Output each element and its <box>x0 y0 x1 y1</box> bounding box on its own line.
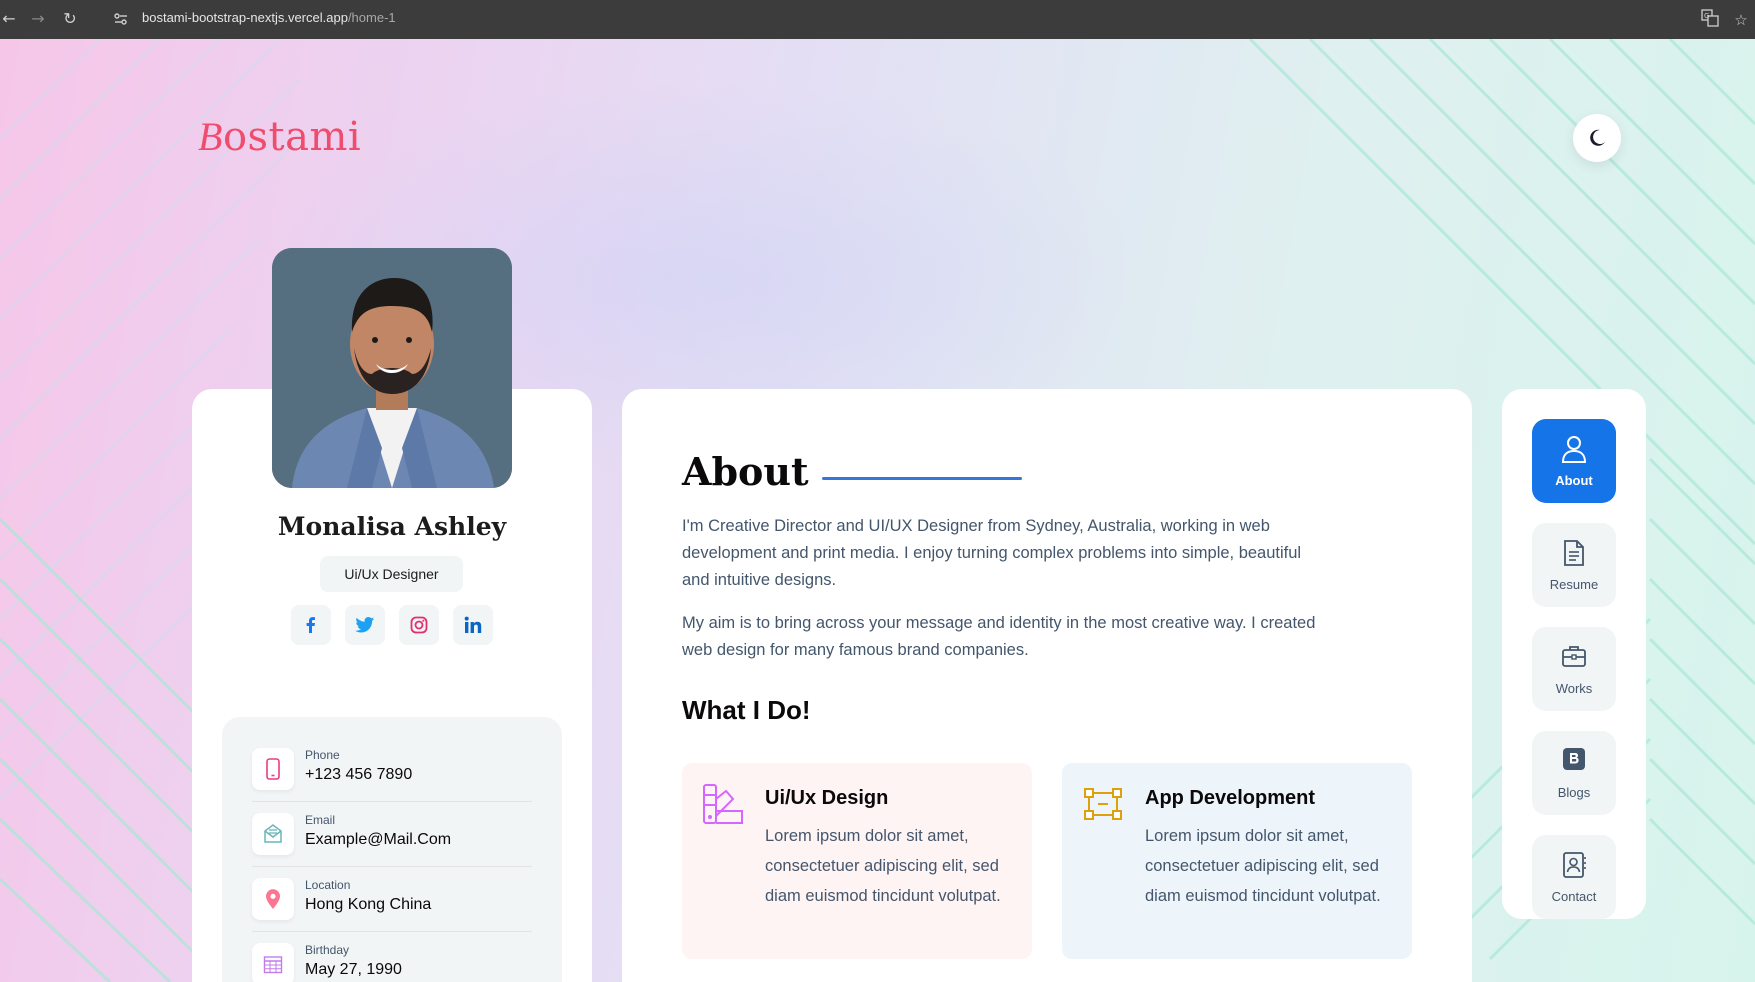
blog-icon <box>1532 747 1616 777</box>
instagram-icon <box>410 616 428 634</box>
service-title: App Development <box>1145 787 1316 809</box>
service-description: Lorem ipsum dolor sit amet, consectetuer… <box>765 827 1001 905</box>
email-icon <box>252 813 294 855</box>
forward-arrow-icon[interactable]: → <box>27 8 49 30</box>
avatar <box>272 248 512 488</box>
briefcase-icon <box>1532 643 1616 673</box>
contact-row-birthday: Birthday May 27, 1990 <box>252 937 532 982</box>
service-title: Ui/Ux Design <box>765 787 889 809</box>
contact-row-email: Email Example@Mail.Com <box>252 807 532 867</box>
design-icon <box>702 783 744 829</box>
about-paragraph: I'm Creative Director and UI/UX Designer… <box>682 517 1302 589</box>
calendar-icon <box>252 943 294 982</box>
moon-icon <box>1590 129 1605 146</box>
nav-item-resume[interactable]: Resume <box>1532 523 1616 607</box>
nav-label: Blogs <box>1557 785 1591 800</box>
social-links <box>291 605 493 645</box>
page-background: Bostami Monalisa Ashley Ui/Ux Designer P… <box>0 39 1755 982</box>
nav-label: Contact <box>1551 889 1597 904</box>
instagram-link[interactable] <box>399 605 439 645</box>
nav-item-about[interactable]: About <box>1532 419 1616 503</box>
contact-value[interactable]: Example@Mail.Com <box>305 831 451 849</box>
phone-icon <box>252 748 294 790</box>
document-icon <box>1532 539 1616 569</box>
contact-value: Hong Kong China <box>305 896 432 913</box>
twitter-icon <box>355 617 375 633</box>
contact-label: Location <box>305 878 351 892</box>
twitter-link[interactable] <box>345 605 385 645</box>
what-i-do-heading: What I Do! <box>682 695 811 725</box>
nav-item-works[interactable]: Works <box>1532 627 1616 711</box>
side-navigation: About Resume Works Blogs Contact <box>1502 389 1646 919</box>
profile-role-badge: Ui/Ux Designer <box>320 556 463 592</box>
nav-item-blogs[interactable]: Blogs <box>1532 731 1616 815</box>
linkedin-icon <box>464 616 482 633</box>
service-card-app-dev: App Development Lorem ipsum dolor sit am… <box>1062 763 1412 959</box>
linkedin-link[interactable] <box>453 605 493 645</box>
site-logo[interactable]: Bostami <box>198 113 361 160</box>
bookmark-star-icon[interactable]: ☆ <box>1730 9 1752 31</box>
browser-toolbar: ← → ↻ bostami-bootstrap-nextjs.vercel.ap… <box>0 0 1755 39</box>
service-card-uiux: Ui/Ux Design Lorem ipsum dolor sit amet,… <box>682 763 1032 959</box>
about-paragraph: My aim is to bring across your message a… <box>682 614 1316 659</box>
contact-book-icon <box>1532 851 1616 881</box>
section-title: About <box>682 449 809 494</box>
nav-label: Resume <box>1549 577 1599 592</box>
user-icon <box>1532 435 1616 465</box>
contact-label: Email <box>305 813 336 827</box>
contact-info-box: Phone +123 456 7890 Email Example@Mail.C… <box>222 717 562 982</box>
contact-label: Phone <box>305 748 340 762</box>
app-dev-icon <box>1082 783 1124 829</box>
translate-icon[interactable]: G <box>1699 9 1721 31</box>
nav-item-contact[interactable]: Contact <box>1532 835 1616 919</box>
contact-value[interactable]: +123 456 7890 <box>305 766 412 784</box>
site-settings-icon[interactable] <box>113 11 129 27</box>
profile-photo <box>272 248 512 488</box>
address-bar[interactable]: bostami-bootstrap-nextjs.vercel.app/home… <box>142 10 396 25</box>
facebook-link[interactable] <box>291 605 331 645</box>
facebook-icon <box>306 617 315 633</box>
about-section: About I'm Creative Director and UI/UX De… <box>622 389 1472 982</box>
nav-label: About <box>1555 473 1593 488</box>
back-arrow-icon[interactable]: ← <box>0 8 20 30</box>
nav-label: Works <box>1555 681 1593 696</box>
svg-text:G: G <box>1704 12 1709 20</box>
dark-mode-toggle[interactable] <box>1573 114 1621 162</box>
title-underline <box>822 477 1022 480</box>
location-icon <box>252 878 294 920</box>
contact-label: Birthday <box>305 943 350 957</box>
profile-name: Monalisa Ashley <box>277 512 507 541</box>
service-description: Lorem ipsum dolor sit amet, consectetuer… <box>1145 827 1381 905</box>
reload-icon[interactable]: ↻ <box>59 8 81 30</box>
contact-row-location: Location Hong Kong China <box>252 872 532 932</box>
contact-value: May 27, 1990 <box>305 961 402 978</box>
contact-row-phone: Phone +123 456 7890 <box>252 742 532 802</box>
